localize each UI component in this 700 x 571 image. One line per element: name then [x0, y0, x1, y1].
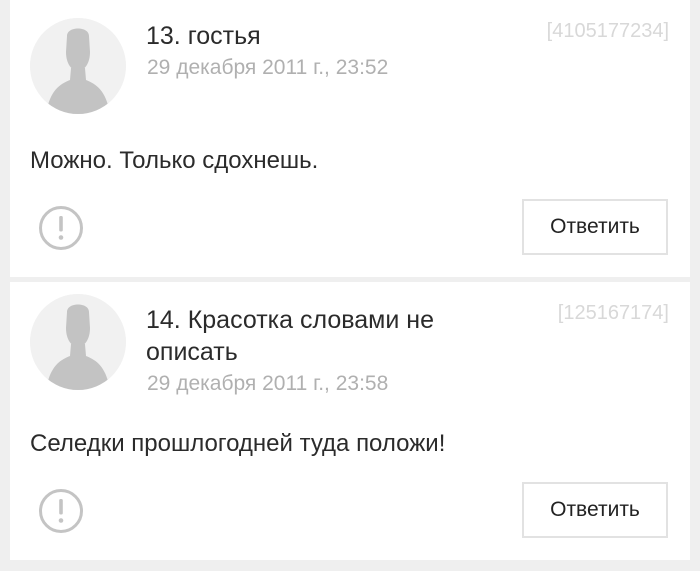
comment-text: Можно. Только сдохнешь. [30, 147, 319, 174]
comment-id: [4105177234] [546, 20, 669, 42]
avatar[interactable] [30, 18, 126, 114]
comment-author[interactable]: 13. гостья [146, 20, 476, 52]
report-button[interactable] [38, 488, 84, 534]
avatar-silhouette-icon [30, 294, 126, 390]
avatar[interactable] [30, 294, 126, 390]
avatar-silhouette-icon [30, 18, 126, 114]
exclamation-circle-icon [39, 206, 83, 250]
comment-card: 13. гостья 29 декабря 2011 г., 23:52 [41… [10, 0, 690, 277]
comment-card: 14. Красотка словами не описать 29 декаб… [10, 282, 690, 560]
reply-button[interactable]: Ответить [522, 199, 668, 255]
reply-button[interactable]: Ответить [522, 482, 668, 538]
comment-id: [125167174] [557, 302, 669, 324]
comment-feed: 13. гостья 29 декабря 2011 г., 23:52 [41… [0, 0, 700, 571]
comment-date: 29 декабря 2011 г., 23:52 [147, 56, 389, 79]
comment-text: Селедки прошлогодней туда положи! [30, 430, 446, 457]
exclamation-circle-icon [39, 489, 83, 533]
report-button[interactable] [38, 205, 84, 251]
comment-author[interactable]: 14. Красотка словами не описать [146, 304, 476, 368]
comment-date: 29 декабря 2011 г., 23:58 [147, 372, 389, 395]
